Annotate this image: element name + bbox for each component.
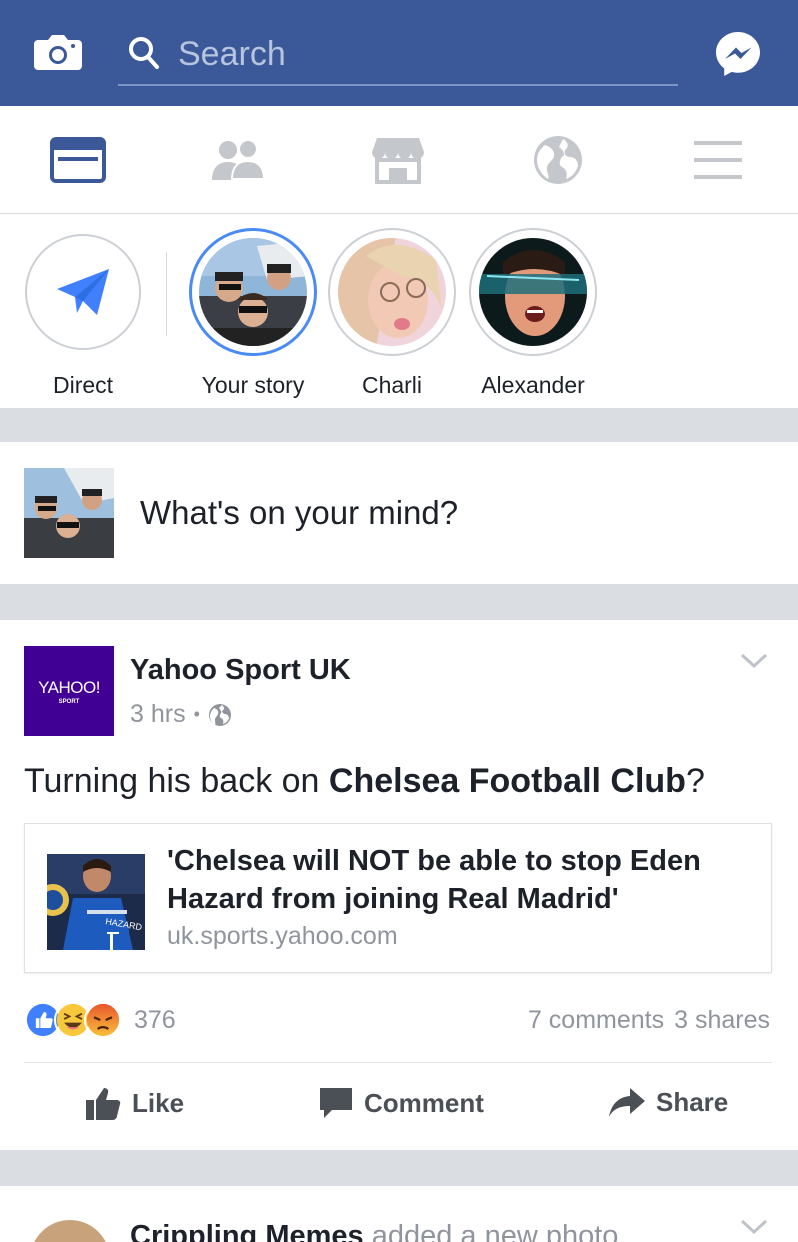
chevron-down-icon[interactable] (740, 652, 768, 670)
top-bar (0, 0, 798, 106)
actions-divider (24, 1062, 772, 1063)
marketplace-icon (372, 138, 424, 184)
share-label: Share (656, 1086, 729, 1117)
reaction-count: 376 (134, 1005, 176, 1034)
direct-circle (25, 234, 141, 350)
logo-text: YAHOO! (38, 677, 100, 697)
your-story-avatar (199, 238, 307, 346)
comment-label: Comment (364, 1087, 484, 1118)
charli-avatar (338, 238, 446, 346)
next-post-avatar[interactable] (30, 1220, 110, 1242)
chevron-down-icon[interactable] (740, 1218, 768, 1236)
nav-bar (0, 106, 798, 214)
next-post-action: added a new photo. (363, 1220, 627, 1242)
status-composer[interactable]: What's on your mind? (0, 442, 798, 584)
post-author[interactable]: Yahoo Sport UK (130, 654, 351, 687)
messenger-icon[interactable] (714, 30, 762, 78)
tab-news-feed[interactable] (48, 134, 108, 186)
charli-ring (328, 228, 456, 356)
friends-icon (212, 139, 266, 180)
comment-icon (320, 1088, 352, 1118)
story-direct[interactable]: Direct (13, 228, 153, 399)
comment-button[interactable]: Comment (318, 1086, 484, 1120)
paper-plane-icon (57, 269, 109, 315)
composer-prompt: What's on your mind? (140, 494, 459, 531)
stories-tray: Direct Your story Charli Alexander (0, 214, 798, 408)
tab-friends[interactable] (208, 134, 268, 186)
like-label: Like (132, 1087, 185, 1118)
share-button[interactable]: Share (608, 1086, 728, 1118)
stories-divider (166, 252, 167, 336)
logo-subtext: SPORT (58, 698, 80, 705)
link-domain: uk.sports.yahoo.com (167, 922, 398, 950)
like-button[interactable]: Like (86, 1086, 184, 1120)
search-input[interactable] (178, 32, 658, 76)
thumbs-up-icon (86, 1088, 121, 1120)
your-story-ring (189, 228, 317, 356)
comments-count[interactable]: 7 comments (528, 1006, 664, 1034)
globe-icon (534, 136, 582, 184)
alexander-avatar (479, 238, 587, 346)
section-separator (0, 408, 798, 442)
engagement-counts: 7 comments 3 shares (528, 1006, 770, 1035)
post-text: Turning his back on Chelsea Football Clu… (24, 762, 705, 801)
story-alexander[interactable]: Alexander (463, 228, 603, 399)
story-label: Your story (201, 372, 305, 398)
story-label: Direct (52, 372, 114, 398)
angry-reaction-icon (84, 1001, 122, 1039)
feed-post: YAHOO! SPORT Yahoo Sport UK 3 hrs • Turn… (0, 620, 798, 1150)
post-meta: 3 hrs • (130, 700, 232, 729)
meta-separator: • (193, 704, 200, 724)
page-logo[interactable]: YAHOO! SPORT (24, 646, 114, 736)
story-label: Alexander (481, 372, 585, 398)
tab-marketplace[interactable] (368, 134, 428, 186)
public-globe-icon (208, 703, 231, 726)
user-avatar (24, 468, 114, 558)
section-separator (0, 584, 798, 620)
next-post-author[interactable]: Crippling Memes (130, 1220, 364, 1242)
link-title: 'Chelsea will NOT be able to stop Eden H… (167, 845, 701, 915)
tab-menu[interactable] (688, 134, 748, 186)
menu-icon (694, 141, 742, 179)
camera-icon[interactable] (34, 34, 82, 72)
post-text-bold[interactable]: Chelsea Football Club (329, 762, 686, 800)
post-text-part: ? (685, 762, 705, 800)
next-post-header: Crippling Memes added a new photo. (130, 1220, 626, 1242)
link-thumbnail: HAZARD (47, 854, 145, 950)
story-your-story[interactable]: Your story (183, 228, 323, 399)
post-time[interactable]: 3 hrs (130, 700, 186, 729)
news-feed-icon (50, 137, 106, 183)
link-preview[interactable]: HAZARD 'Chelsea will NOT be able to stop… (24, 823, 772, 973)
alexander-ring (469, 228, 597, 356)
post-text-part: Turning his back on (24, 762, 329, 800)
search-bar[interactable] (118, 28, 678, 86)
story-label: Charli (361, 372, 423, 398)
story-charli[interactable]: Charli (322, 228, 462, 399)
feed-post-next: Crippling Memes added a new photo. (0, 1186, 798, 1242)
shares-count[interactable]: 3 shares (674, 1006, 770, 1034)
share-arrow-icon (609, 1088, 645, 1117)
section-separator (0, 1150, 798, 1186)
reactions-summary[interactable]: 376 (24, 1000, 176, 1040)
search-icon (129, 37, 159, 69)
tab-notifications[interactable] (528, 134, 588, 186)
